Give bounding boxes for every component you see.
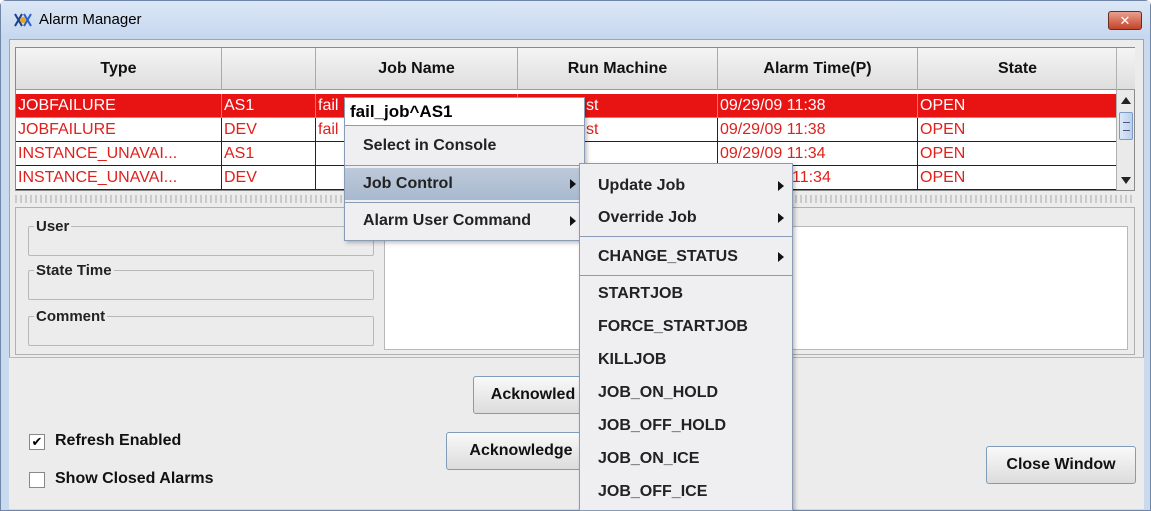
table-header: Type Job Name Run Machine Alarm Time(P) … (16, 48, 1118, 90)
checkbox-checked-icon[interactable]: ✔ (29, 434, 45, 450)
cell-instance: AS1 (222, 94, 316, 118)
column-header-run-machine[interactable]: Run Machine (518, 48, 718, 90)
cell-state: OPEN (918, 142, 1118, 166)
menu-item-select-in-console[interactable]: Select in Console (345, 130, 584, 162)
menu-item-label: Alarm User Command (363, 212, 532, 229)
column-header-instance[interactable] (222, 48, 316, 90)
menu-item-alarm-user-command[interactable]: Alarm User Command (345, 205, 584, 237)
user-field[interactable]: User (28, 218, 374, 256)
state-time-label: State Time (34, 262, 114, 279)
window-title: Alarm Manager (39, 11, 142, 28)
checkbox-unchecked-icon[interactable] (29, 472, 45, 488)
cell-instance: AS1 (222, 142, 316, 166)
menu-separator (580, 236, 792, 237)
refresh-enabled-label: Refresh Enabled (55, 432, 182, 449)
menu-item-change-status[interactable]: CHANGE_STATUS (580, 241, 792, 273)
title-bar: Alarm Manager ✕ (1, 1, 1150, 39)
menu-item-label: Override Job (598, 209, 697, 226)
cell-type: JOBFAILURE (16, 118, 222, 142)
submenu-arrow-icon (778, 252, 784, 262)
scrollbar-corner (1117, 48, 1135, 90)
cell-alarm-time: 09/29/09 11:38 (718, 118, 918, 142)
menu-item-force-startjob[interactable]: FORCE_STARTJOB (580, 311, 792, 343)
app-logo-icon (14, 13, 32, 27)
job-control-submenu: Update Job Override Job CHANGE_STATUS ST… (579, 163, 793, 511)
cell-instance: DEV (222, 118, 316, 142)
context-menu-title: fail_job^AS1 (345, 98, 584, 126)
menu-separator (580, 275, 792, 276)
cell-instance: DEV (222, 166, 316, 190)
cell-state: OPEN (918, 118, 1118, 142)
submenu-arrow-icon (778, 213, 784, 223)
column-header-state[interactable]: State (918, 48, 1118, 90)
menu-separator (345, 202, 584, 203)
column-header-job-name[interactable]: Job Name (316, 48, 518, 90)
column-header-type[interactable]: Type (16, 48, 222, 90)
alarm-manager-window: Alarm Manager ✕ Type Job Name Run Machin… (0, 0, 1151, 511)
comment-label: Comment (34, 308, 108, 325)
bottom-panel: Acknowled Acknowledge ✔ Refresh Enabled … (9, 357, 1144, 509)
menu-item-job-control[interactable]: Job Control (345, 168, 584, 200)
cell-state: OPEN (918, 166, 1118, 190)
close-window-button[interactable]: Close Window (986, 446, 1136, 484)
cell-type: JOBFAILURE (16, 94, 222, 118)
refresh-enabled-checkbox[interactable]: ✔ Refresh Enabled (29, 432, 249, 454)
menu-separator (345, 165, 584, 166)
menu-item-label: Job Control (363, 175, 453, 192)
menu-item-override-job[interactable]: Override Job (580, 202, 792, 234)
menu-item-job-on-ice[interactable]: JOB_ON_ICE (580, 443, 792, 475)
close-icon: ✕ (1119, 13, 1131, 28)
show-closed-alarms-checkbox[interactable]: Show Closed Alarms (29, 470, 289, 492)
context-menu: fail_job^AS1 Select in Console Job Contr… (344, 97, 585, 241)
scrollbar-thumb[interactable] (1119, 112, 1133, 140)
menu-item-label: Update Job (598, 177, 686, 194)
column-header-alarm-time[interactable]: Alarm Time(P) (718, 48, 918, 90)
user-label: User (34, 218, 72, 235)
menu-item-startjob[interactable]: STARTJOB (580, 278, 792, 310)
menu-item-job-off-hold[interactable]: JOB_OFF_HOLD (580, 410, 792, 442)
menu-item-job-off-ice[interactable]: JOB_OFF_ICE (580, 476, 792, 508)
submenu-arrow-icon (570, 216, 576, 226)
cell-state: OPEN (918, 94, 1118, 118)
menu-item-job-on-hold[interactable]: JOB_ON_HOLD (580, 377, 792, 409)
acknowledge-button[interactable]: Acknowled (473, 376, 593, 414)
menu-item-label: CHANGE_STATUS (598, 248, 738, 265)
cell-type: INSTANCE_UNAVAI... (16, 166, 222, 190)
comment-field[interactable]: Comment (28, 308, 374, 346)
menu-item-killjob[interactable]: KILLJOB (580, 344, 792, 376)
acknowledge-all-button[interactable]: Acknowledge (446, 432, 596, 470)
close-window-x-button[interactable]: ✕ (1108, 11, 1142, 30)
menu-item-label: Select in Console (363, 137, 497, 154)
table-scrollbar[interactable] (1116, 48, 1135, 190)
cell-type: INSTANCE_UNAVAI... (16, 142, 222, 166)
menu-item-update-job[interactable]: Update Job (580, 170, 792, 202)
state-time-field[interactable]: State Time (28, 262, 374, 300)
submenu-arrow-icon (570, 179, 576, 189)
scroll-up-icon[interactable] (1121, 97, 1131, 104)
show-closed-alarms-label: Show Closed Alarms (55, 470, 214, 487)
cell-alarm-time: 09/29/09 11:38 (718, 94, 918, 118)
submenu-arrow-icon (778, 181, 784, 191)
scroll-down-icon[interactable] (1121, 177, 1131, 184)
